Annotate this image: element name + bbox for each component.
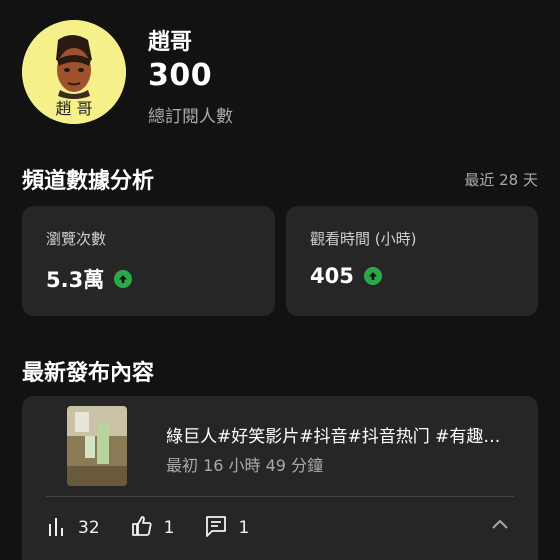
arrow-up-circle-icon xyxy=(114,270,133,288)
channel-name: 趙哥 xyxy=(148,30,193,55)
subscriber-count: 300 xyxy=(148,58,213,93)
divider xyxy=(46,496,514,497)
channel-avatar[interactable]: 趙 哥 xyxy=(22,20,126,124)
comments-count: 1 xyxy=(238,518,250,538)
latest-video-card[interactable]: 綠巨人#好笑影片#抖音#抖音热门 #有趣#有趣影片 最初 16 小時 49 分鐘… xyxy=(22,396,538,560)
channel-dashboard: 趙 哥 趙哥 300 總訂閱人數 頻道數據分析 最近 28 天 瀏覽次數 5.3… xyxy=(0,0,560,560)
views-value: 5.3萬 xyxy=(46,268,105,292)
bar-chart-icon xyxy=(46,516,68,540)
video-thumbnail[interactable] xyxy=(67,406,127,486)
views-count: 32 xyxy=(78,518,100,538)
date-range-label[interactable]: 最近 28 天 xyxy=(464,169,538,190)
watch-time-value: 405 xyxy=(310,264,354,288)
views-metric: 32 xyxy=(46,516,100,540)
likes-count: 1 xyxy=(163,518,175,538)
thumbs-up-icon xyxy=(130,514,154,542)
avatar-face-illustration: 趙 哥 xyxy=(22,20,126,124)
video-title[interactable]: 綠巨人#好笑影片#抖音#抖音热门 #有趣#有趣影片 xyxy=(166,422,506,447)
latest-content-title: 最新發布內容 xyxy=(22,361,155,386)
video-metrics: 32 1 1 xyxy=(46,514,279,542)
watch-time-label: 觀看時間 (小時) xyxy=(310,230,417,248)
comments-metric: 1 xyxy=(204,514,249,542)
views-stat-card[interactable]: 瀏覽次數 5.3萬 xyxy=(22,206,275,316)
video-published-time: 最初 16 小時 49 分鐘 xyxy=(166,456,324,475)
views-label: 瀏覽次數 xyxy=(46,230,107,248)
arrow-up-circle-icon xyxy=(363,267,382,285)
chevron-up-icon[interactable] xyxy=(490,516,510,535)
subscriber-label: 總訂閱人數 xyxy=(148,107,233,127)
comment-icon xyxy=(204,514,228,542)
watch-time-stat-card[interactable]: 觀看時間 (小時) 405 xyxy=(286,206,538,316)
analytics-title: 頻道數據分析 xyxy=(22,169,155,194)
likes-metric: 1 xyxy=(130,514,175,542)
avatar-caption: 趙 哥 xyxy=(55,99,92,118)
